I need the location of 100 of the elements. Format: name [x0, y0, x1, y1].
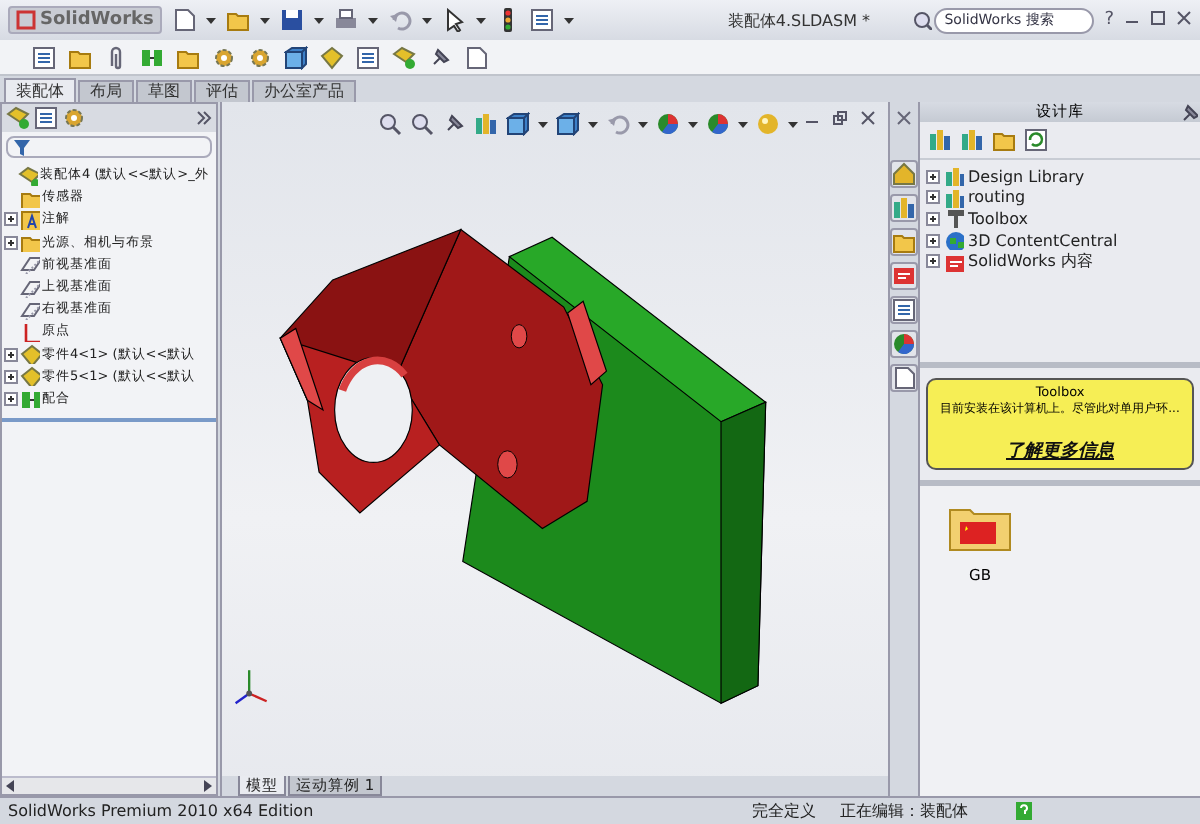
list-icon[interactable]	[529, 8, 554, 32]
cube-icon[interactable]	[506, 112, 530, 136]
content-icon[interactable]	[890, 262, 918, 290]
gear-icon[interactable]	[62, 106, 86, 130]
ribbon-tab[interactable]: 草图	[136, 80, 192, 102]
zoom-icon[interactable]	[912, 10, 933, 30]
refresh-icon[interactable]	[1024, 128, 1048, 152]
library-item[interactable]: Design Library	[926, 166, 1194, 188]
expand-icon[interactable]	[4, 369, 18, 384]
window-title: 装配体4.SLDASM *	[727, 9, 871, 31]
library-item[interactable]: routing	[926, 187, 1194, 209]
double-arrow-icon[interactable]	[196, 110, 212, 126]
scroll-right-icon[interactable]	[204, 780, 212, 792]
folder-icon	[20, 232, 40, 253]
list-icon[interactable]	[890, 296, 918, 324]
caret-icon[interactable]	[205, 15, 216, 25]
new-document-icon[interactable]	[171, 8, 196, 32]
expand-icon[interactable]	[4, 391, 18, 406]
new-document-icon[interactable]	[890, 364, 918, 392]
assembly-icon[interactable]	[392, 45, 416, 69]
ribbon-tab[interactable]: 办公室产品	[252, 80, 356, 102]
axis-triad-icon	[234, 670, 268, 705]
caret-icon[interactable]	[259, 15, 270, 25]
expand-icon[interactable]	[4, 212, 18, 227]
color-wheel-icon[interactable]	[656, 112, 680, 136]
caret-icon[interactable]	[421, 15, 432, 25]
mate-icon[interactable]	[140, 45, 164, 69]
color-wheel-icon[interactable]	[890, 330, 918, 358]
library-item[interactable]: 3D ContentCentral	[926, 229, 1194, 251]
app-logo[interactable]: SolidWorks	[8, 6, 162, 34]
plane-icon	[20, 277, 40, 298]
caret-icon[interactable]	[367, 15, 378, 25]
restore-icon[interactable]	[832, 110, 848, 126]
caret-icon[interactable]	[538, 119, 548, 129]
folder-icon[interactable]	[992, 128, 1016, 152]
gear-icon[interactable]	[212, 45, 236, 69]
caret-icon[interactable]	[688, 119, 698, 129]
assembly-icon	[18, 165, 38, 186]
caret-icon[interactable]	[788, 119, 798, 129]
ribbon-tab[interactable]: 评估	[194, 80, 250, 102]
zoom-icon[interactable]	[410, 112, 434, 136]
library-item[interactable]: Toolbox	[926, 208, 1194, 230]
expand-icon[interactable]	[926, 233, 940, 248]
caret-icon[interactable]	[588, 119, 598, 129]
expand-icon[interactable]	[926, 254, 940, 269]
caret-icon[interactable]	[475, 15, 486, 25]
maximize-icon[interactable]	[1150, 10, 1166, 26]
toolbox-icon	[944, 208, 964, 229]
annotation-icon	[20, 209, 40, 230]
ribbon-tab[interactable]: 装配体	[4, 78, 76, 102]
filter-field[interactable]	[6, 136, 212, 158]
help-icon[interactable]	[1016, 802, 1032, 820]
content-icon	[944, 251, 964, 272]
list-icon[interactable]	[32, 45, 56, 69]
folder-icon[interactable]	[68, 45, 92, 69]
filter-icon	[12, 137, 32, 157]
close-icon[interactable]	[860, 110, 876, 126]
globe-icon	[944, 230, 964, 251]
zoom-icon[interactable]	[378, 112, 402, 136]
part-icon	[20, 344, 40, 365]
color-wheel-icon[interactable]	[706, 112, 730, 136]
folder-icon[interactable]	[176, 45, 200, 69]
printer-icon[interactable]	[333, 8, 358, 32]
caret-icon[interactable]	[563, 15, 574, 25]
folder-icon	[20, 187, 40, 208]
ribbon-tab[interactable]: 布局	[78, 80, 134, 102]
expand-icon[interactable]	[926, 211, 940, 226]
learn-more-link[interactable]: 了解更多信息	[1006, 438, 1114, 464]
caret-icon[interactable]	[738, 119, 748, 129]
gear-icon[interactable]	[248, 45, 272, 69]
status-text: 完全定义	[752, 800, 816, 822]
close-icon[interactable]	[896, 110, 912, 126]
expand-icon[interactable]	[4, 347, 18, 362]
save-icon[interactable]	[279, 8, 304, 32]
part-icon	[20, 366, 40, 387]
caret-icon[interactable]	[313, 15, 324, 25]
library-item[interactable]: SolidWorks 内容	[926, 250, 1194, 272]
new-document-icon[interactable]	[464, 45, 488, 69]
plane-icon	[20, 254, 40, 275]
cursor-icon[interactable]	[441, 8, 466, 32]
list-icon[interactable]	[34, 106, 58, 130]
help-button[interactable]: ?	[1104, 10, 1114, 30]
home-icon[interactable]	[890, 160, 918, 188]
mate-icon	[20, 388, 40, 409]
origin-icon	[20, 321, 40, 342]
logo-mark-icon	[16, 10, 36, 30]
folder-icon[interactable]	[225, 8, 250, 32]
assembly-icon[interactable]	[6, 106, 30, 130]
cube-icon[interactable]	[284, 45, 308, 69]
part-icon[interactable]	[320, 45, 344, 69]
status-text: 正在编辑：装配体	[840, 800, 968, 822]
expand-icon[interactable]	[926, 190, 940, 205]
cube-icon[interactable]	[556, 112, 580, 136]
list-icon[interactable]	[356, 45, 380, 69]
scroll-left-icon[interactable]	[6, 780, 14, 792]
caret-icon[interactable]	[638, 119, 648, 129]
plane-icon	[20, 299, 40, 320]
expand-icon[interactable]	[926, 169, 940, 184]
expand-icon[interactable]	[4, 235, 18, 250]
close-icon[interactable]	[1176, 10, 1192, 26]
